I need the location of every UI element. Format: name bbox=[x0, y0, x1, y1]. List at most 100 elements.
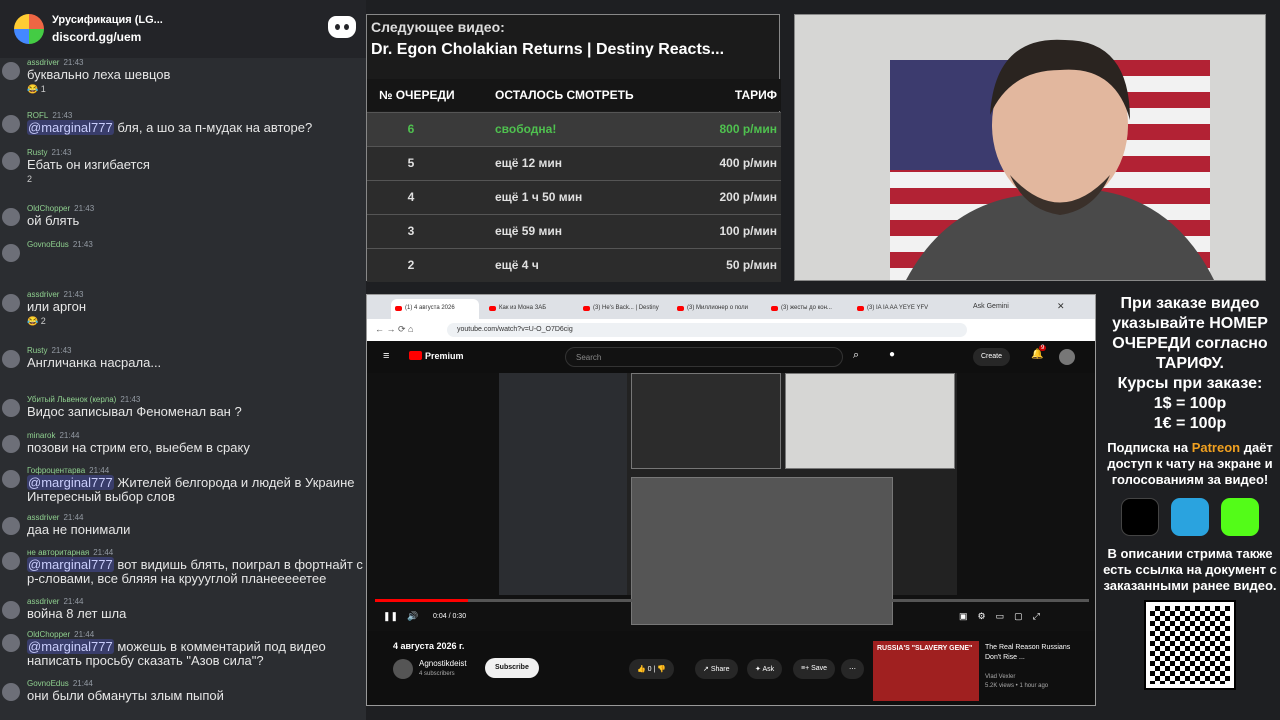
more-icon[interactable]: ⋯ bbox=[841, 659, 864, 679]
timestamp: 21:43 bbox=[72, 240, 93, 249]
nested-webcam-thumb bbox=[785, 373, 955, 469]
queue-rate: 800 р/мин bbox=[719, 122, 777, 136]
timestamp: 21:44 bbox=[63, 597, 84, 606]
server-logo bbox=[14, 14, 44, 44]
username[interactable]: assdriver bbox=[27, 513, 59, 522]
webcam-image bbox=[795, 15, 1265, 280]
reaction[interactable]: 😂 1 bbox=[27, 84, 46, 95]
message-text: позови на стрим его, выебем в сраку bbox=[27, 441, 250, 455]
mention[interactable]: @marginal777 bbox=[27, 475, 114, 490]
message-meta: assdriver 21:43 bbox=[27, 290, 83, 299]
timestamp: 21:43 bbox=[52, 111, 73, 120]
search-input[interactable]: Search bbox=[565, 347, 843, 367]
reaction[interactable]: 2 bbox=[27, 174, 32, 184]
username[interactable]: Убитый Львенок (керла) bbox=[27, 395, 116, 404]
message-text: @marginal777 бля, а шо за п-мудак на авт… bbox=[27, 120, 312, 135]
kick-icon bbox=[1221, 498, 1259, 536]
tab-6[interactable]: (3) IA IA AA YEYE YFV bbox=[853, 299, 943, 319]
mic-icon[interactable]: ● bbox=[889, 349, 895, 360]
save-button[interactable]: ≡+ Save bbox=[793, 659, 836, 679]
message-meta: GovnoEdus 21:43 bbox=[27, 240, 93, 249]
header-rate: ТАРИФ bbox=[734, 88, 777, 102]
message-meta: Убитый Львенок (керла) 21:43 bbox=[27, 395, 140, 404]
username[interactable]: minarok bbox=[27, 431, 55, 440]
share-button[interactable]: ↗ Share bbox=[695, 659, 738, 679]
mention[interactable]: @marginal777 bbox=[27, 120, 114, 135]
message-text: даа не понимали bbox=[27, 523, 130, 537]
chat-message: OldChopper 21:44 @marginal777 можешь в ком… bbox=[0, 630, 366, 670]
timestamp: 21:44 bbox=[93, 548, 114, 557]
channel-avatar[interactable] bbox=[393, 659, 413, 679]
tab-1[interactable]: (1) 4 августа 2026 bbox=[391, 299, 479, 319]
chat-message: не авторитарная 21:44 @marginal777 вот вид… bbox=[0, 548, 366, 588]
subscription-text: Подписка на Patreon даёт доступ к чату н… bbox=[1100, 440, 1280, 488]
message-text: Ебать он изгибается bbox=[27, 158, 150, 172]
username[interactable]: assdriver bbox=[27, 290, 59, 299]
recommended-video[interactable]: RUSSIA'S "SLAVERY GENE" The Real Reason … bbox=[873, 641, 1088, 701]
avatar bbox=[2, 435, 20, 453]
nested-queue-thumb bbox=[631, 373, 781, 469]
message-body: они были обмануты злым пыпой bbox=[27, 688, 224, 703]
discord-icon bbox=[328, 16, 356, 38]
queue-num: 2 bbox=[407, 258, 415, 272]
queue-left: ещё 1 ч 50 мин bbox=[495, 190, 583, 204]
timestamp: 21:43 bbox=[120, 395, 141, 404]
chat-message: assdriver 21:43 или аргон 😂 2 bbox=[0, 290, 366, 330]
chat-message: GovnoEdus 21:44 они были обмануты злым пып… bbox=[0, 679, 366, 719]
tab-4[interactable]: (3) Миллионер о поли bbox=[673, 299, 761, 319]
chat-header: Урусификация (LG... discord.gg/uem bbox=[0, 0, 366, 58]
settings-icon[interactable]: ▣⚙▭▢⤢ bbox=[959, 611, 1050, 622]
menu-icon[interactable]: ≡ bbox=[383, 350, 389, 362]
like-button[interactable]: 👍 0 | 👎 bbox=[629, 659, 675, 679]
username[interactable]: Гофроцентарва bbox=[27, 466, 85, 475]
avatar bbox=[2, 244, 20, 262]
username[interactable]: ROFL bbox=[27, 111, 48, 120]
username[interactable]: GovnoEdus bbox=[27, 679, 69, 688]
volume-icon[interactable]: 🔊 bbox=[407, 611, 418, 622]
back-icon[interactable]: ← → ⟳ ⌂ bbox=[375, 324, 413, 335]
tab-2[interactable]: Как из Мона ЗАБ bbox=[485, 299, 573, 319]
chat-message: assdriver 21:43 буквально леха шевцов 😂 1 bbox=[0, 58, 366, 98]
username[interactable]: Rusty bbox=[27, 346, 47, 355]
pause-icon[interactable]: ❚❚ bbox=[383, 611, 398, 622]
username[interactable]: не авторитарная bbox=[27, 548, 89, 557]
tab-5[interactable]: (3) жесты до кон... bbox=[767, 299, 847, 319]
username[interactable]: assdriver bbox=[27, 597, 59, 606]
subscribe-button[interactable]: Subscribe bbox=[485, 658, 539, 678]
message-body: или аргон bbox=[27, 299, 87, 314]
avatar bbox=[2, 470, 20, 488]
progress-bar[interactable] bbox=[375, 599, 1089, 602]
rates-label: Курсы при заказе: bbox=[1117, 375, 1263, 392]
timestamp: 21:44 bbox=[63, 513, 84, 522]
tab-bar: (1) 4 августа 2026 Как из Мона ЗАБ (3) H… bbox=[367, 295, 1095, 319]
message-text: они были обмануты злым пыпой bbox=[27, 689, 224, 703]
tab-3[interactable]: (3) He's Back... | Destiny bbox=[579, 299, 667, 319]
search-icon[interactable]: ⌕ bbox=[853, 349, 859, 362]
ask-button[interactable]: ✦ Ask bbox=[747, 659, 783, 679]
timestamp: 21:43 bbox=[74, 204, 95, 213]
video-player[interactable]: ❚❚ 🔊 0:04 / 0:30 ▣⚙▭▢⤢ bbox=[367, 373, 1095, 631]
chat-message: GovnoEdus 21:43 bbox=[0, 240, 366, 280]
message-meta: Rusty 21:43 bbox=[27, 148, 71, 157]
username[interactable]: Rusty bbox=[27, 148, 47, 157]
reaction[interactable]: 😂 2 bbox=[27, 316, 46, 327]
username[interactable]: GovnoEdus bbox=[27, 240, 69, 249]
create-button[interactable]: Create bbox=[973, 348, 1011, 366]
username[interactable]: assdriver bbox=[27, 58, 59, 67]
username[interactable]: OldChopper bbox=[27, 204, 70, 213]
queue-num: 6 bbox=[407, 122, 415, 136]
order-instructions: При заказе видео указывайте НОМЕР ОЧЕРЕД… bbox=[1112, 295, 1268, 372]
ask-gemini-button[interactable]: Ask Gemini bbox=[973, 303, 1009, 310]
channel-name[interactable]: Agnostikdeist bbox=[419, 659, 467, 668]
mention[interactable]: @marginal777 bbox=[27, 557, 114, 572]
timestamp: 21:43 bbox=[51, 148, 72, 157]
username[interactable]: OldChopper bbox=[27, 630, 70, 639]
avatar[interactable] bbox=[1059, 349, 1075, 365]
queue-rate: 50 р/мин bbox=[726, 258, 777, 272]
mention[interactable]: @marginal777 bbox=[27, 639, 114, 654]
url-input[interactable]: youtube.com/watch?v=U-O_O7D6cig bbox=[447, 323, 967, 337]
youtube-logo[interactable]: Premium bbox=[409, 351, 464, 361]
avatar bbox=[2, 683, 20, 701]
message-body-2: написать просьбу сказать "Азов сила"? bbox=[27, 653, 264, 668]
close-icon[interactable]: ✕ bbox=[1057, 301, 1065, 312]
